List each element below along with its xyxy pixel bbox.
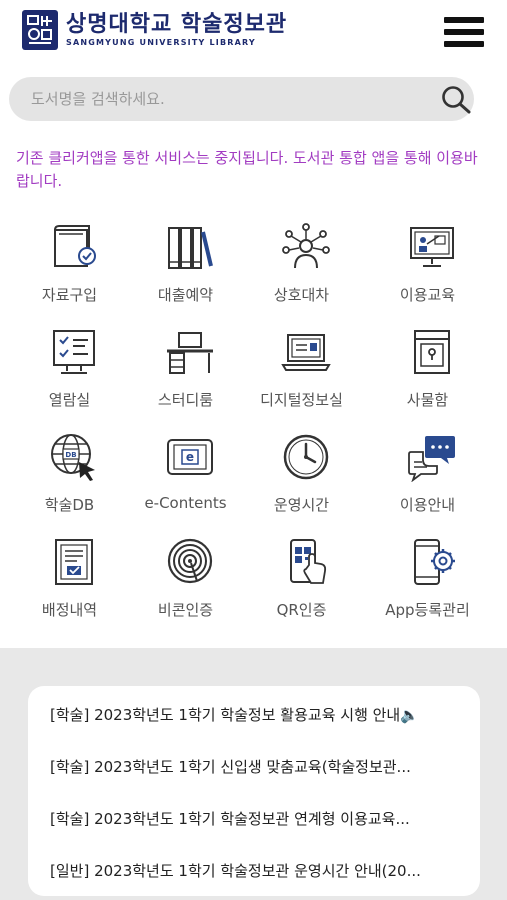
menu-item-label: 상호대차	[273, 286, 330, 304]
menu-item-label: 자료구입	[41, 286, 98, 304]
library-logo[interactable]: 상명대학교 학술정보관 SANGMYUNG UNIVERSITY LIBRARY	[22, 10, 287, 50]
menu-item-label: e-Contents	[144, 494, 227, 512]
menu-item-label: 비콘인증	[157, 601, 214, 619]
service-notice: 기존 클리커앱을 통한 서비스는 중지됩니다. 도서관 통합 앱을 통해 이용바…	[16, 149, 478, 190]
svg-text:DB: DB	[65, 451, 76, 459]
menu-item-label: 이용안내	[399, 496, 456, 514]
menu-item-academic-db[interactable]: DB 학술DB	[6, 428, 133, 528]
menu-item-label: 학술DB	[44, 496, 95, 514]
menu-item-label: QR인증	[276, 601, 327, 619]
menu-item-hours[interactable]: 운영시간	[238, 428, 365, 528]
menu-item-digital-room[interactable]: 디지털정보실	[238, 323, 365, 423]
globe-cursor-icon: DB	[51, 434, 95, 481]
book-purchase-icon	[54, 225, 96, 267]
hamburger-menu-icon[interactable]	[444, 17, 484, 55]
tablet-e-icon: e	[167, 439, 213, 475]
library-subtitle: SANGMYUNG UNIVERSITY LIBRARY	[66, 38, 256, 47]
menu-item-label: 이용교육	[399, 286, 456, 304]
svg-text:e: e	[186, 450, 194, 464]
menu-item-reading-room[interactable]: 열람실	[6, 323, 133, 423]
menu-item-label: 운영시간	[273, 496, 330, 514]
menu-item-label: 스터디룸	[157, 391, 214, 409]
clock-icon	[283, 434, 329, 480]
app-header: 상명대학교 학술정보관 SANGMYUNG UNIVERSITY LIBRARY	[0, 0, 507, 70]
news-item[interactable]: [학술] 2023학년도 1학기 신입생 맞춤교육(학술정보관...	[50, 756, 475, 777]
desk-icon	[167, 332, 213, 374]
menu-item-assignment-history[interactable]: 배정내역	[6, 533, 133, 633]
menu-item-label: 배정내역	[41, 601, 98, 619]
library-title: 상명대학교 학술정보관	[66, 12, 288, 37]
menu-item-label: 사물함	[406, 391, 449, 409]
menu-item-education[interactable]: 이용교육	[364, 218, 491, 318]
chat-bubbles-icon	[408, 436, 455, 482]
network-person-icon	[282, 223, 330, 269]
beacon-icon	[167, 538, 213, 584]
news-item[interactable]: [학술] 2023학년도 1학기 학술정보관 연계형 이용교육...	[50, 808, 475, 829]
phone-gear-icon	[414, 539, 455, 585]
menu-item-qr-auth[interactable]: QR인증	[238, 533, 365, 633]
menu-item-app-registration[interactable]: App등록관리	[364, 533, 491, 633]
checklist-monitor-icon	[53, 330, 95, 374]
menu-item-e-contents[interactable]: e e-Contents	[122, 428, 249, 528]
menu-item-label: App등록관리	[385, 601, 470, 619]
document-check-icon	[55, 539, 93, 585]
phone-qr-icon	[290, 539, 327, 584]
menu-item-study-room[interactable]: 스터디룸	[122, 323, 249, 423]
menu-item-label: 디지털정보실	[260, 391, 343, 409]
menu-item-interlibrary-loan[interactable]: 상호대차	[238, 218, 365, 318]
search-icon[interactable]	[440, 85, 472, 115]
search-input[interactable]	[31, 77, 411, 121]
news-item[interactable]: [일반] 2023학년도 1학기 학술정보관 운영시간 안내(20...	[50, 860, 475, 881]
news-item[interactable]: [학술] 2023학년도 1학기 학술정보 활용교육 시행 안내🔈	[50, 704, 475, 725]
laptop-icon	[281, 334, 331, 371]
locker-icon	[414, 330, 450, 374]
menu-item-label: 열람실	[48, 391, 91, 409]
sangmyung-logo-icon	[22, 10, 58, 50]
menu-item-label: 대출예약	[157, 286, 214, 304]
menu-item-loan-reservation[interactable]: 대출예약	[122, 218, 249, 318]
menu-item-guide[interactable]: 이용안내	[364, 428, 491, 528]
menu-item-beacon-auth[interactable]: 비콘인증	[122, 533, 249, 633]
books-shelf-icon	[168, 227, 213, 269]
menu-item-purchase[interactable]: 자료구입	[6, 218, 133, 318]
menu-item-locker[interactable]: 사물함	[364, 323, 491, 423]
search-bar	[9, 77, 474, 121]
news-card: [학술] 2023학년도 1학기 학술정보 활용교육 시행 안내🔈 [학술] 2…	[28, 686, 480, 896]
teaching-board-icon	[410, 227, 454, 267]
